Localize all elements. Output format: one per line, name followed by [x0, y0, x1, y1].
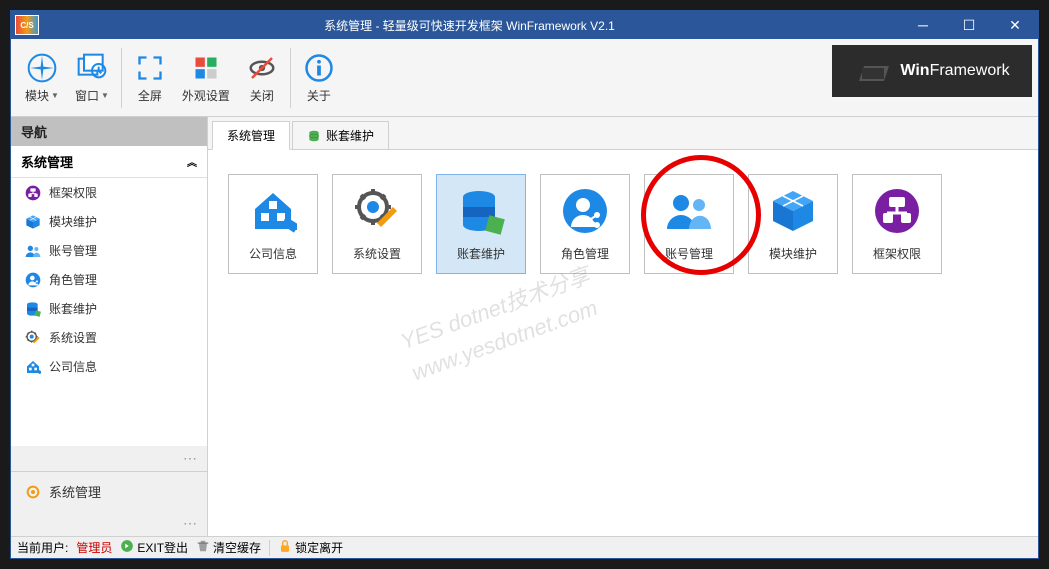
- tile-blue-cube[interactable]: 模块维护: [748, 174, 838, 274]
- close-button[interactable]: ✕: [992, 11, 1038, 39]
- toolbar-window[interactable]: 窗口▼: [67, 48, 117, 108]
- sidebar-item-0[interactable]: 框架权限: [11, 178, 207, 207]
- nav-header: 导航: [11, 117, 207, 146]
- tile-person-share[interactable]: 角色管理: [540, 174, 630, 274]
- nav-item-label: 账套维护: [49, 300, 97, 317]
- tile-label: 框架权限: [873, 245, 921, 262]
- person-share-icon: [25, 272, 41, 288]
- nav-item-label: 账号管理: [49, 242, 97, 259]
- chevron-up-icon: ︽: [187, 154, 197, 169]
- toolbar: 模块▼ 窗口▼ 全屏 外观设置 关闭 关于 WinFramework: [11, 39, 1038, 117]
- purple-orb-icon: [873, 187, 921, 235]
- tab-0[interactable]: 系统管理: [212, 121, 290, 150]
- purple-orb-icon: [25, 185, 41, 201]
- tile-purple-orb[interactable]: 框架权限: [852, 174, 942, 274]
- main-panel: 系统管理账套维护 公司信息系统设置账套维护角色管理账号管理模块维护框架权限: [208, 117, 1038, 536]
- sidebar-item-1[interactable]: 模块维护: [11, 207, 207, 236]
- tile-grid: 公司信息 系统设置 账套维护 角色管理 账号管理 模块维护 框架权限: [208, 150, 1038, 298]
- nav-item-label: 模块维护: [49, 213, 97, 230]
- toolbar-appearance[interactable]: 外观设置: [174, 48, 238, 108]
- toolbar-about[interactable]: 关于: [295, 48, 343, 108]
- gear-pencil-icon: [353, 187, 401, 235]
- house-icon: [249, 187, 297, 235]
- palette-icon: [190, 52, 222, 84]
- content-area: 导航 系统管理 ︽ 框架权限模块维护账号管理角色管理账套维护系统设置公司信息 ⋯…: [11, 117, 1038, 536]
- person-share-icon: [561, 187, 609, 235]
- gear-icon: [25, 484, 41, 500]
- lock-icon: [278, 539, 292, 556]
- tile-label: 公司信息: [249, 245, 297, 262]
- trash-icon: [196, 539, 210, 556]
- separator: [290, 48, 291, 108]
- windows-icon: [76, 52, 108, 84]
- tile-label: 角色管理: [561, 245, 609, 262]
- blue-cube-icon: [25, 214, 41, 230]
- app-icon: C/S: [15, 15, 39, 35]
- nav-footer-sysmanage[interactable]: 系统管理: [11, 472, 207, 511]
- tab-1[interactable]: 账套维护: [292, 121, 389, 149]
- database-icon: [307, 129, 321, 143]
- sidebar-item-3[interactable]: 角色管理: [11, 265, 207, 294]
- brand-logo: WinFramework: [832, 45, 1032, 97]
- close-eye-icon: [246, 52, 278, 84]
- people-icon: [25, 243, 41, 259]
- tile-gear-pencil[interactable]: 系统设置: [332, 174, 422, 274]
- nav-item-label: 系统设置: [49, 329, 97, 346]
- info-icon: [303, 52, 335, 84]
- nav-ellipsis[interactable]: ⋯: [11, 511, 207, 536]
- nav-item-label: 框架权限: [49, 184, 97, 201]
- tile-house[interactable]: 公司信息: [228, 174, 318, 274]
- maximize-button[interactable]: ☐: [946, 11, 992, 39]
- status-exit[interactable]: EXIT登出: [120, 539, 188, 556]
- blue-cube-icon: [769, 187, 817, 235]
- gear-pencil-icon: [25, 330, 41, 346]
- status-clear-cache[interactable]: 清空缓存: [196, 539, 261, 556]
- status-user-label: 当前用户:: [17, 539, 68, 556]
- sidebar-item-5[interactable]: 系统设置: [11, 323, 207, 352]
- sidebar-item-4[interactable]: 账套维护: [11, 294, 207, 323]
- separator: [269, 540, 270, 556]
- nav-items-list: 框架权限模块维护账号管理角色管理账套维护系统设置公司信息: [11, 178, 207, 446]
- people-icon: [665, 187, 713, 235]
- tile-label: 系统设置: [353, 245, 401, 262]
- house-icon: [25, 359, 41, 375]
- titlebar: C/S 系统管理 - 轻量级可快速开发框架 WinFramework V2.1 …: [11, 11, 1038, 39]
- minimize-button[interactable]: ─: [900, 11, 946, 39]
- app-window: C/S 系统管理 - 轻量级可快速开发框架 WinFramework V2.1 …: [10, 10, 1039, 559]
- tile-label: 模块维护: [769, 245, 817, 262]
- toolbar-close[interactable]: 关闭: [238, 48, 286, 108]
- toolbar-fullscreen[interactable]: 全屏: [126, 48, 174, 108]
- tab-label: 系统管理: [227, 127, 275, 144]
- dropdown-icon: ▼: [101, 91, 109, 100]
- nav-section-header[interactable]: 系统管理 ︽: [11, 146, 207, 178]
- nav-footer: 系统管理 ⋯: [11, 471, 207, 536]
- tile-label: 账套维护: [457, 245, 505, 262]
- dropdown-icon: ▼: [51, 91, 59, 100]
- tab-label: 账套维护: [326, 127, 374, 144]
- tile-label: 账号管理: [665, 245, 713, 262]
- statusbar: 当前用户: 管理员 EXIT登出 清空缓存 锁定离开: [11, 536, 1038, 558]
- window-title: 系统管理 - 轻量级可快速开发框架 WinFramework V2.1: [39, 17, 900, 34]
- database-icon: [25, 301, 41, 317]
- database-icon: [457, 187, 505, 235]
- status-user-value: 管理员: [76, 539, 112, 556]
- tile-database[interactable]: 账套维护: [436, 174, 526, 274]
- sidebar-item-2[interactable]: 账号管理: [11, 236, 207, 265]
- fullscreen-icon: [134, 52, 166, 84]
- toolbar-module[interactable]: 模块▼: [17, 48, 67, 108]
- separator: [121, 48, 122, 108]
- tile-people[interactable]: 账号管理: [644, 174, 734, 274]
- exit-icon: [120, 539, 134, 556]
- sidebar-item-6[interactable]: 公司信息: [11, 352, 207, 381]
- nav-item-label: 公司信息: [49, 358, 97, 375]
- tab-bar: 系统管理 账套维护: [208, 117, 1038, 150]
- sidebar: 导航 系统管理 ︽ 框架权限模块维护账号管理角色管理账套维护系统设置公司信息 ⋯…: [11, 117, 208, 536]
- status-lock[interactable]: 锁定离开: [278, 539, 343, 556]
- compass-icon: [26, 52, 58, 84]
- nav-ellipsis[interactable]: ⋯: [11, 446, 207, 471]
- nav-item-label: 角色管理: [49, 271, 97, 288]
